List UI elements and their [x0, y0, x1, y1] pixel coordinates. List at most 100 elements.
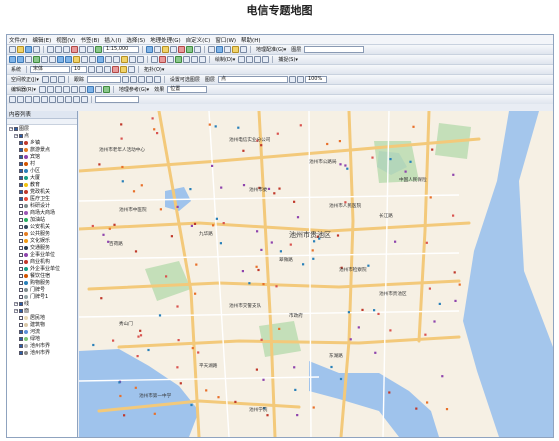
tool-icon-g[interactable]	[159, 56, 166, 63]
toc-layer-row[interactable]: 文化娱乐	[7, 237, 77, 244]
tool-icon-b[interactable]	[216, 46, 223, 53]
layer-visibility-checkbox[interactable]	[19, 266, 23, 271]
toc-layer-row[interactable]: 加油站	[7, 216, 77, 223]
poi-marker[interactable]	[197, 351, 200, 354]
toc-layer-row[interactable]: 商场大商场	[7, 209, 77, 216]
layer-visibility-checkbox[interactable]	[19, 294, 23, 299]
poi-marker[interactable]	[159, 208, 162, 211]
poi-marker[interactable]	[273, 192, 276, 195]
layer-visibility-checkbox[interactable]	[19, 336, 23, 341]
map-view[interactable]: 池州市老年人活动中心 池州电信实业分公司 池州市公路局 池州市委 池州市中医院 池州市人民…	[79, 111, 553, 437]
layer-visibility-checkbox[interactable]	[19, 168, 23, 173]
layer-visibility-checkbox[interactable]	[19, 147, 23, 152]
menu-item[interactable]: 视图(V)	[56, 36, 75, 44]
layer-visibility-checkbox[interactable]	[19, 182, 23, 187]
cut-icon[interactable]	[47, 46, 54, 53]
layer-visibility-checkbox[interactable]	[19, 175, 23, 180]
zoom-combo[interactable]: 100%	[304, 76, 327, 83]
poi-marker[interactable]	[344, 164, 347, 167]
poi-marker[interactable]	[98, 163, 101, 166]
tool-icon-r[interactable]	[49, 76, 57, 83]
underline-icon[interactable]	[104, 66, 112, 73]
poi-marker[interactable]	[267, 187, 271, 190]
toc-layer-row[interactable]: 池州市界	[7, 349, 77, 356]
poi-marker[interactable]	[346, 167, 349, 170]
hyperlink-icon[interactable]	[121, 56, 128, 63]
expand-icon[interactable]: −	[14, 308, 18, 313]
toc-layer-row[interactable]: 交通服务	[7, 244, 77, 251]
layer-visibility-checkbox[interactable]	[19, 210, 23, 215]
snapping-menu[interactable]: 捕捉(S)▾	[276, 56, 300, 63]
layer-visibility-checkbox[interactable]	[19, 322, 23, 327]
poi-marker[interactable]	[293, 366, 296, 369]
scale-combo[interactable]: 1:15,000	[103, 46, 139, 53]
poi-marker[interactable]	[113, 223, 116, 226]
line-color-icon[interactable]	[128, 66, 136, 73]
layer-visibility-checkbox[interactable]	[19, 140, 23, 145]
poi-marker[interactable]	[373, 309, 376, 312]
expand-icon[interactable]: −	[9, 126, 13, 131]
italic-icon[interactable]	[96, 66, 104, 73]
layer-visibility-checkbox[interactable]	[19, 196, 23, 201]
layer-visibility-checkbox[interactable]	[19, 252, 23, 257]
tool-icon-s[interactable]	[57, 76, 65, 83]
poi-marker[interactable]	[208, 123, 211, 126]
poi-marker[interactable]	[294, 388, 297, 391]
copy-icon[interactable]	[55, 46, 62, 53]
poi-marker[interactable]	[339, 163, 342, 166]
tool-icon-x[interactable]	[153, 76, 161, 83]
poi-marker[interactable]	[176, 205, 179, 208]
toc-layer-row[interactable]: 村	[7, 160, 77, 167]
poi-marker[interactable]	[330, 365, 333, 369]
layer-visibility-checkbox[interactable]	[19, 259, 23, 264]
poi-marker[interactable]	[458, 283, 461, 286]
poi-marker[interactable]	[120, 123, 123, 126]
poi-marker[interactable]	[92, 343, 95, 347]
expand-icon[interactable]: −	[14, 133, 18, 138]
poi-marker[interactable]	[190, 224, 193, 227]
poi-marker[interactable]	[260, 144, 263, 147]
set-selectable-layers[interactable]: 设置可选图层	[168, 76, 202, 83]
layer-visibility-checkbox[interactable]	[19, 238, 23, 243]
select-elements-icon[interactable]	[89, 56, 96, 63]
poi-marker[interactable]	[100, 297, 103, 300]
poi-marker[interactable]	[424, 333, 427, 336]
cut-polygon-icon[interactable]	[62, 86, 70, 93]
poi-marker[interactable]	[219, 242, 222, 245]
poi-marker[interactable]	[371, 156, 374, 159]
measure-icon[interactable]	[113, 56, 120, 63]
select-features-icon[interactable]	[73, 56, 80, 63]
poi-marker[interactable]	[211, 164, 214, 167]
poi-marker[interactable]	[156, 132, 159, 135]
tool-icon-v[interactable]	[137, 76, 145, 83]
poi-marker[interactable]	[248, 282, 251, 285]
topology-menu[interactable]: 拓扑(O)▾	[142, 66, 166, 73]
poi-marker[interactable]	[433, 320, 436, 323]
poi-marker[interactable]	[193, 222, 197, 225]
poi-marker[interactable]	[262, 378, 265, 381]
poi-marker[interactable]	[260, 338, 263, 341]
poi-marker[interactable]	[139, 334, 143, 337]
redo-icon[interactable]	[87, 46, 94, 53]
poi-marker[interactable]	[242, 149, 245, 152]
tool-icon-ab[interactable]	[17, 96, 24, 103]
edit-vertices-icon[interactable]	[46, 86, 54, 93]
fill-color-icon[interactable]	[120, 66, 128, 73]
layer-visibility-checkbox[interactable]	[19, 161, 23, 166]
poi-marker[interactable]	[215, 217, 218, 220]
poi-marker[interactable]	[123, 414, 126, 417]
poi-marker[interactable]	[347, 311, 350, 314]
toc-layer-row[interactable]: 乡镇	[7, 139, 77, 146]
tool-icon-h[interactable]	[167, 56, 174, 63]
zoom-in-icon[interactable]	[9, 56, 16, 63]
layer-visibility-checkbox[interactable]	[19, 154, 23, 159]
split-icon[interactable]	[70, 86, 78, 93]
reshape-icon[interactable]	[54, 86, 62, 93]
poi-marker[interactable]	[205, 389, 208, 392]
poi-marker[interactable]	[374, 351, 377, 354]
poi-marker[interactable]	[237, 126, 240, 129]
georef-menu[interactable]: 地理参考(G)▾	[117, 86, 151, 93]
poi-marker[interactable]	[299, 124, 302, 127]
poi-marker[interactable]	[312, 406, 315, 409]
tool-icon-y[interactable]	[288, 76, 296, 83]
